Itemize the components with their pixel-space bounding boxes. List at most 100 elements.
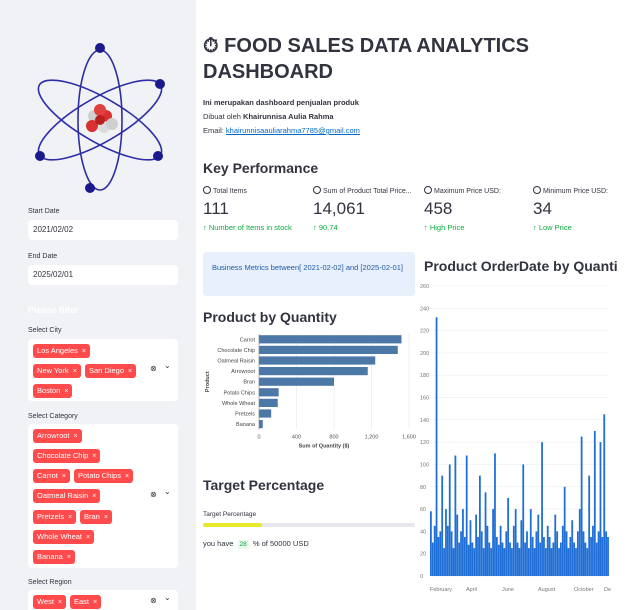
end-date-input[interactable]: 2025/02/01 xyxy=(28,265,178,285)
filter-tag[interactable]: Arrowroot × xyxy=(33,429,82,443)
filter-tag[interactable]: Whole Wheat × xyxy=(33,530,95,544)
bar xyxy=(535,531,538,576)
bar xyxy=(490,548,493,576)
bar xyxy=(452,548,455,576)
bar xyxy=(526,531,528,576)
filter-tag[interactable]: Bran × xyxy=(80,510,112,524)
start-date-input[interactable]: 2021/02/02 xyxy=(28,220,178,240)
metric-delta-text: High Price xyxy=(429,223,465,232)
bar xyxy=(567,548,570,576)
filter-tag[interactable]: Boston × xyxy=(33,384,73,398)
metric-card: Maximum Price USD: 458 ↑ High Price xyxy=(424,186,529,232)
remove-tag-icon[interactable]: × xyxy=(64,388,68,395)
chevron-down-icon[interactable]: ⌄ xyxy=(164,593,171,602)
remove-tag-icon[interactable]: × xyxy=(92,493,96,500)
target-percent-badge: 28 xyxy=(237,540,249,549)
bar xyxy=(586,548,589,576)
atom-logo xyxy=(35,43,165,193)
filter-tag[interactable]: Chocolate Chip × xyxy=(33,449,101,463)
bar xyxy=(543,536,545,576)
remove-tag-icon[interactable]: × xyxy=(86,534,90,541)
remove-tag-icon[interactable]: × xyxy=(73,368,77,375)
bar xyxy=(477,536,479,576)
bar xyxy=(259,367,368,376)
filter-tag[interactable]: New York × xyxy=(33,364,81,378)
y-tick-label: Pretzels xyxy=(235,412,255,418)
y-tick-label: 120 xyxy=(420,440,429,446)
filter-tag[interactable]: Oatmeal Raisin × xyxy=(33,489,101,503)
arrow-up-icon: ↑ xyxy=(313,223,317,232)
y-tick-label: 200 xyxy=(420,351,429,357)
bar xyxy=(482,548,485,576)
select-region-multiselect[interactable]: West × East × ⊗ ⌄ xyxy=(28,590,178,610)
y-tick-label: Banana xyxy=(236,422,256,428)
remove-tag-icon[interactable]: × xyxy=(125,473,129,480)
y-tick-label: Oatmeal Raisin xyxy=(217,359,255,365)
remove-tag-icon[interactable]: × xyxy=(74,433,78,440)
author-line: Dibuat oleh Khairunnisa Aulia Rahma xyxy=(203,112,334,121)
chevron-down-icon[interactable]: ⌄ xyxy=(164,361,171,370)
y-tick-label: 80 xyxy=(420,485,426,491)
filter-tag[interactable]: East × xyxy=(70,595,102,609)
email-link[interactable]: khairunnisaauliarahma7785@gmail.com xyxy=(226,126,360,135)
bar xyxy=(473,548,476,576)
remove-tag-icon[interactable]: × xyxy=(93,599,97,606)
clear-all-icon[interactable]: ⊗ xyxy=(150,364,157,373)
product-quantity-chart: 0 400 800 1,200 1,600 Carrot Chocolate Chip Oat… xyxy=(205,334,416,449)
bar xyxy=(522,464,525,576)
clear-all-icon[interactable]: ⊗ xyxy=(150,490,157,499)
bar xyxy=(514,509,517,576)
bar xyxy=(431,542,434,576)
page-title-text: FOOD SALES DATA ANALYTICS DASHBOARD xyxy=(203,35,529,83)
bar xyxy=(503,548,506,576)
target-text-prefix: you have xyxy=(203,539,234,548)
select-category-multiselect[interactable]: Arrowroot × Chocolate Chip × Carrot × Potato C… xyxy=(28,424,178,568)
metric-value: 34 xyxy=(533,199,552,218)
electron xyxy=(85,183,95,193)
target-text-suffix: % of 50000 USD xyxy=(252,539,309,548)
filter-tag[interactable]: Banana × xyxy=(33,550,75,564)
metric-label-text: Sum of Product Total Price... xyxy=(323,188,412,195)
remove-tag-icon[interactable]: × xyxy=(104,514,108,521)
remove-tag-icon[interactable]: × xyxy=(58,599,62,606)
bar xyxy=(475,514,478,576)
remove-tag-icon[interactable]: × xyxy=(68,514,72,521)
bar xyxy=(492,509,494,576)
filter-tag[interactable]: Potato Chips × xyxy=(74,469,134,483)
filter-tag[interactable]: Pretzels × xyxy=(33,510,77,524)
filter-tag[interactable]: West × xyxy=(33,595,67,609)
filter-tag[interactable]: Los Angeles × xyxy=(33,344,90,358)
app: Start Date 2021/02/02 End Date 2025/02/0… xyxy=(0,0,629,610)
filter-tag[interactable]: San Diego × xyxy=(85,364,137,378)
bar xyxy=(463,536,466,576)
bar xyxy=(603,414,606,576)
y-tick-label: 40 xyxy=(420,529,426,535)
metric-value: 111 xyxy=(203,199,229,218)
bar xyxy=(511,548,513,576)
bar xyxy=(588,475,591,576)
bar xyxy=(450,531,453,576)
select-city-multiselect[interactable]: Los Angeles × New York × San Diego × Boston × ⊗ ⌄ xyxy=(28,339,178,401)
bar xyxy=(494,453,496,576)
bar xyxy=(556,531,559,576)
bar xyxy=(593,431,596,576)
bar xyxy=(454,455,457,576)
bar xyxy=(446,525,449,576)
page-title: ⏱ FOOD SALES DATA ANALYTICS DASHBOARD xyxy=(203,33,583,85)
intro-text: Ini merupakan dashboard penjualan produk xyxy=(203,98,359,107)
remove-tag-icon[interactable]: × xyxy=(67,554,71,561)
x-tick-label: April xyxy=(466,587,477,593)
clear-all-icon[interactable]: ⊗ xyxy=(150,596,157,605)
filter-tag-label: Carrot xyxy=(37,471,58,480)
bar xyxy=(486,525,489,576)
remove-tag-icon[interactable]: × xyxy=(92,453,96,460)
remove-tag-icon[interactable]: × xyxy=(62,473,66,480)
nucleus xyxy=(86,104,118,133)
remove-tag-icon[interactable]: × xyxy=(128,368,132,375)
remove-tag-icon[interactable]: × xyxy=(82,348,86,355)
metric-delta: ↑ Low Price xyxy=(533,223,629,232)
chevron-down-icon[interactable]: ⌄ xyxy=(164,487,171,496)
bar xyxy=(443,548,445,576)
filter-tag[interactable]: Carrot × xyxy=(33,469,70,483)
bar xyxy=(259,398,278,407)
